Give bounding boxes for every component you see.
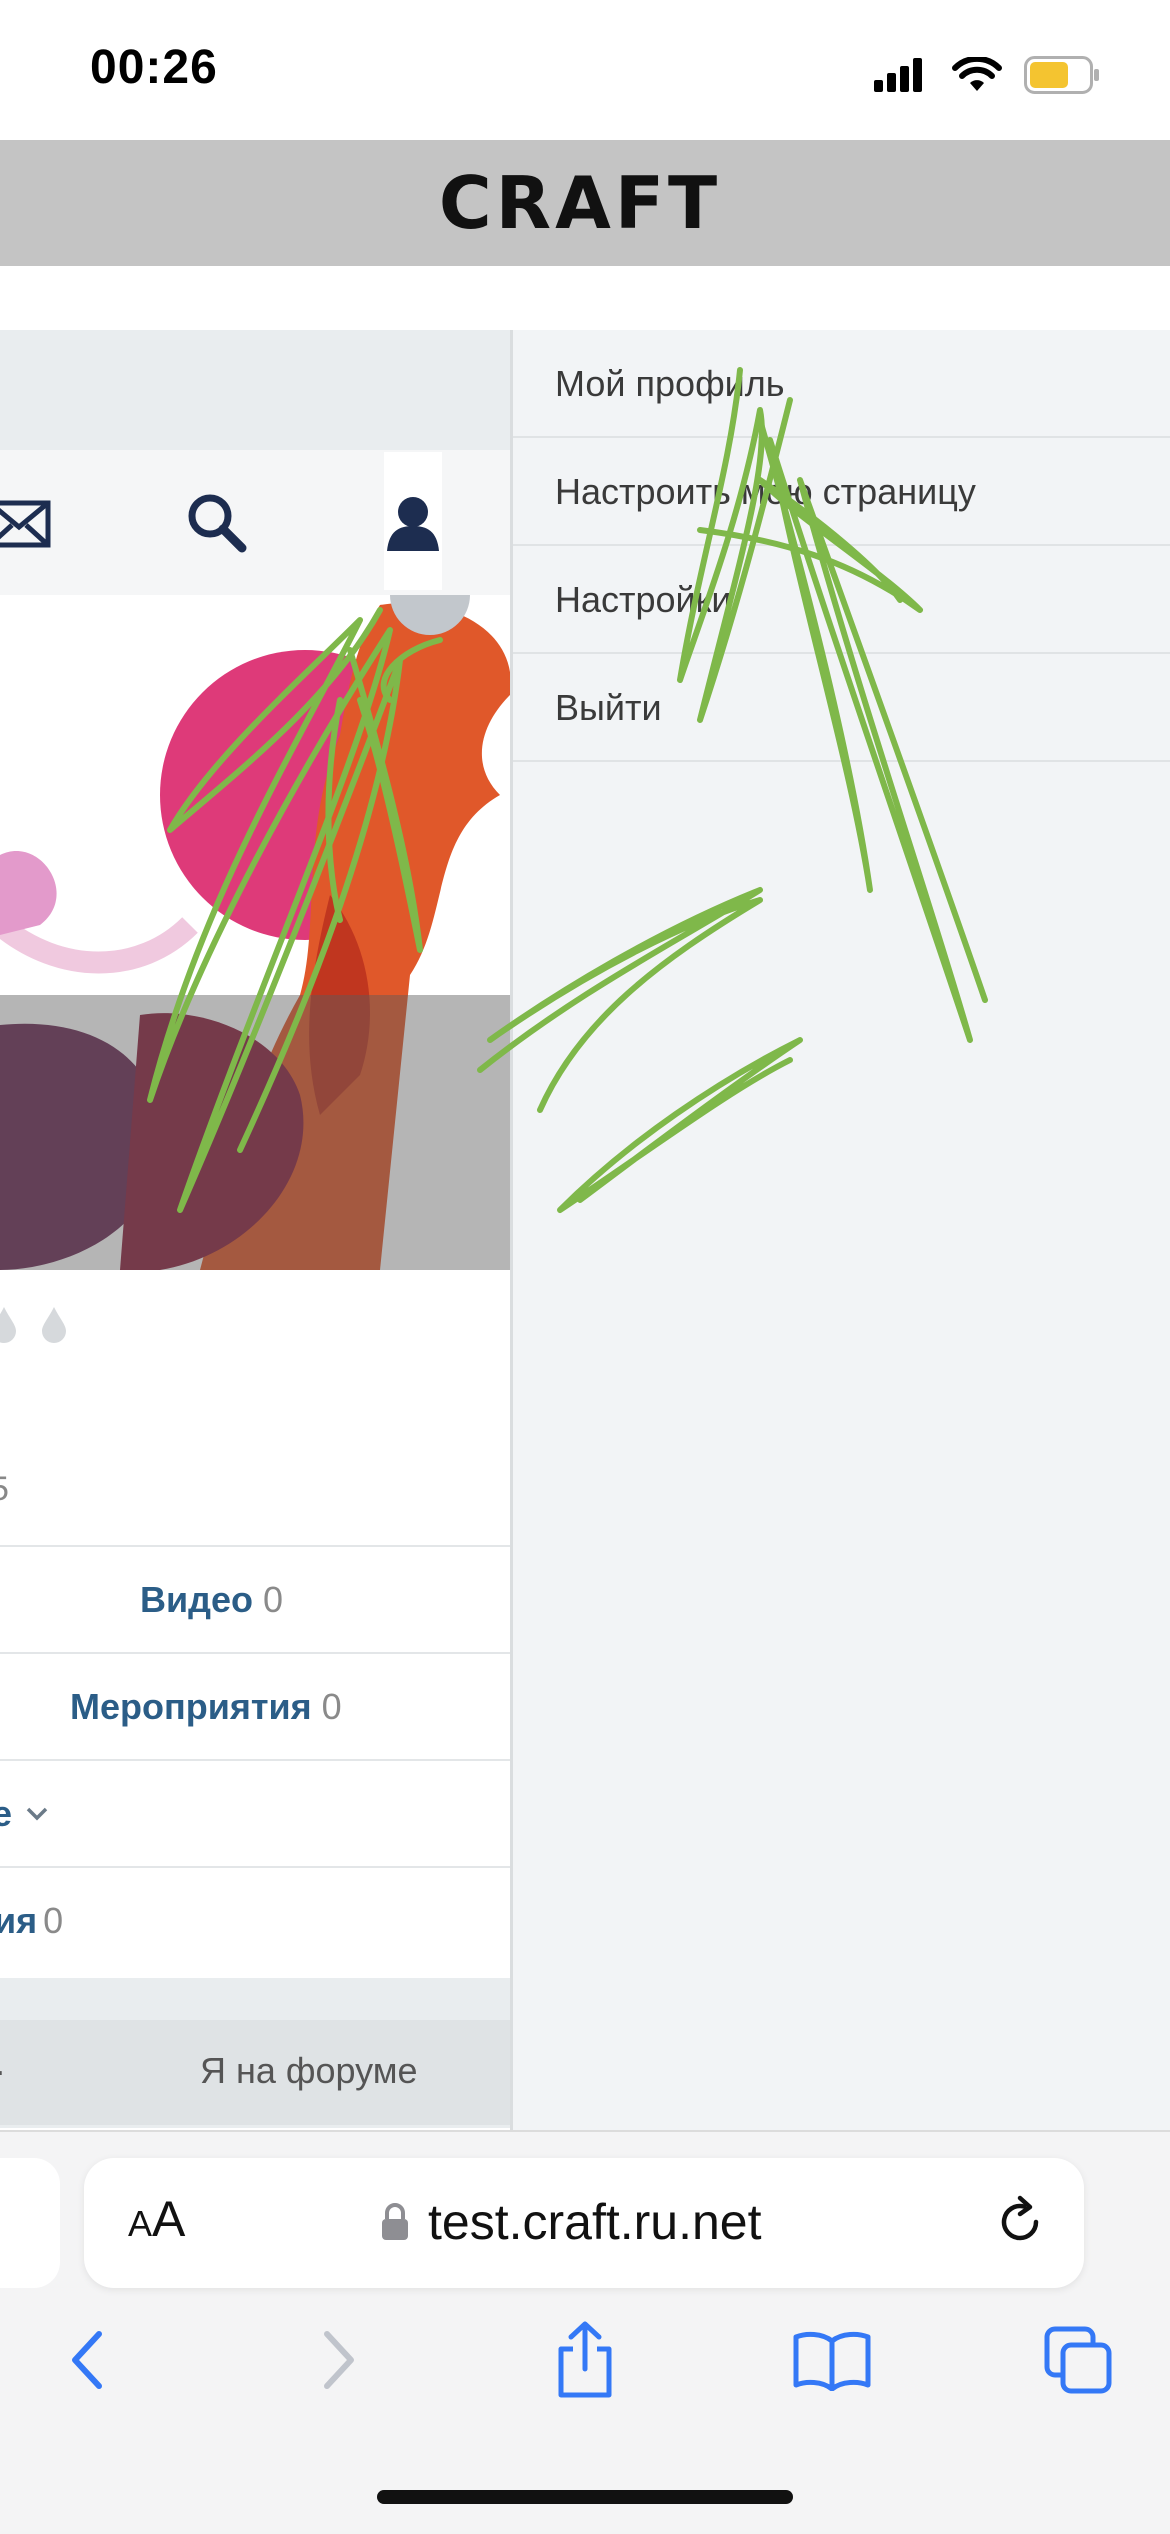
search-icon[interactable] xyxy=(186,492,248,554)
profile-row-more[interactable]: е xyxy=(0,1759,510,1867)
forum-label[interactable]: Я на форуме xyxy=(200,2050,418,2092)
url-display[interactable]: test.craft.ru.net xyxy=(380,2190,761,2254)
text-size-small-a: A xyxy=(128,2203,153,2244)
drop-icon xyxy=(42,1307,66,1343)
chevron-down-icon xyxy=(26,1807,48,1821)
share-icon xyxy=(558,2321,612,2398)
site-logo[interactable]: CRAFT xyxy=(0,140,1160,266)
wifi-icon xyxy=(952,57,1002,91)
menu-item-logout[interactable]: Выйти xyxy=(513,654,1170,762)
share-button[interactable] xyxy=(543,2318,627,2402)
bookmarks-icon xyxy=(793,2331,871,2391)
cellular-signal-icon xyxy=(874,58,922,92)
reload-icon[interactable] xyxy=(990,2192,1050,2252)
row-count: 0 xyxy=(263,1579,284,1620)
battery-icon xyxy=(1024,56,1099,94)
row-label: е xyxy=(0,1793,13,1834)
row-label: Видео xyxy=(140,1579,253,1620)
forward-icon xyxy=(324,2331,354,2389)
forward-button[interactable] xyxy=(297,2318,381,2402)
user-icon[interactable] xyxy=(385,495,441,553)
previous-tab-stub[interactable] xyxy=(0,2158,60,2288)
profile-row-video[interactable]: Видео 0 xyxy=(0,1545,510,1653)
menu-item-settings[interactable]: Настройки xyxy=(513,546,1170,654)
mail-icon[interactable] xyxy=(0,495,52,553)
profile-row-partial[interactable]: ия 0 xyxy=(0,1866,510,1978)
tabs-button[interactable] xyxy=(1037,2318,1121,2402)
url-text: test.craft.ru.net xyxy=(428,2194,762,2250)
text-size-large-a: A xyxy=(152,2191,186,2247)
row-label: Мероприятия xyxy=(70,1686,312,1727)
status-time: 00:26 xyxy=(90,41,218,94)
row-count: 0 xyxy=(321,1686,342,1727)
menu-item-my-profile[interactable]: Мой профиль xyxy=(513,330,1170,438)
text-size-button[interactable]: AA xyxy=(128,2190,185,2248)
cover-overlay xyxy=(0,995,510,1270)
back-button[interactable] xyxy=(45,2318,129,2402)
menu-item-customize-page[interactable]: Настроить мою страницу xyxy=(513,438,1170,546)
bookmarks-button[interactable] xyxy=(790,2318,874,2402)
back-icon xyxy=(72,2331,102,2389)
row-count: 0 xyxy=(43,1900,64,1941)
home-indicator xyxy=(377,2490,793,2504)
partial-stat-text: 5 xyxy=(0,1470,9,1509)
status-icons xyxy=(874,50,1100,100)
row-label: ия xyxy=(0,1900,38,1941)
tabs-icon xyxy=(1044,2326,1112,2394)
page-grey-band xyxy=(0,330,510,450)
profile-row-events[interactable]: Мероприятия 0 xyxy=(0,1652,510,1760)
lock-icon xyxy=(382,2203,408,2240)
drop-icon xyxy=(0,1307,16,1343)
forum-bar-partial: · xyxy=(0,2050,6,2092)
